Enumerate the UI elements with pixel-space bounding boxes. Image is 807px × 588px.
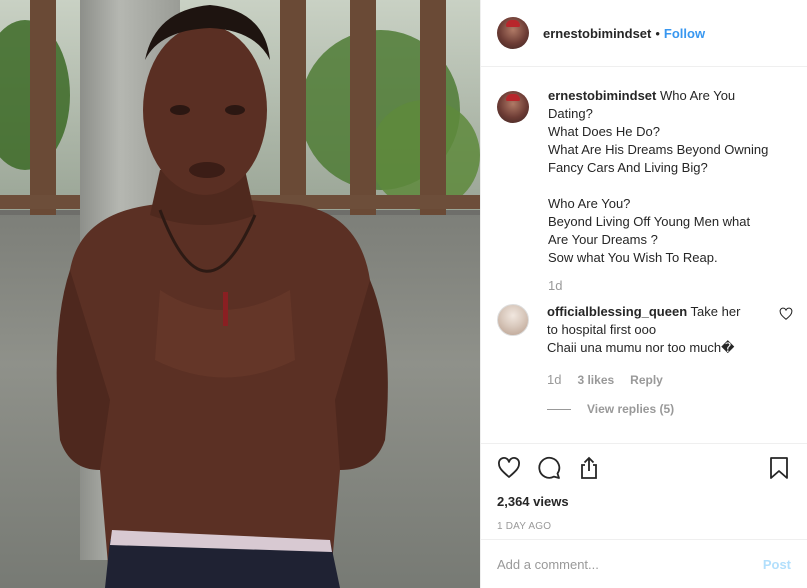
comment-item: officialblessing_queen Take her to hospi… bbox=[497, 303, 793, 418]
caption-author-avatar[interactable] bbox=[497, 91, 529, 123]
comment-text: Take her bbox=[690, 304, 741, 319]
author-username[interactable]: ernestobimindset bbox=[543, 26, 651, 41]
caption-line: What Are His Dreams Beyond Owning bbox=[548, 142, 769, 157]
heart-icon[interactable] bbox=[497, 456, 521, 480]
caption-line: Fancy Cars And Living Big? bbox=[548, 160, 708, 175]
commenter-avatar[interactable] bbox=[497, 304, 529, 336]
comment-text: Chaii una mumu nor too much� bbox=[547, 340, 735, 355]
comment-text: to hospital first ooo bbox=[547, 322, 657, 337]
view-replies-label: View replies (5) bbox=[587, 402, 675, 416]
comment-input[interactable] bbox=[497, 556, 763, 572]
view-count[interactable]: 2,364 views bbox=[497, 494, 791, 509]
post-comment-button[interactable]: Post bbox=[763, 557, 791, 572]
video-subject bbox=[56, 5, 388, 588]
author-avatar[interactable] bbox=[497, 17, 529, 49]
comment-timestamp[interactable]: 1d bbox=[547, 371, 561, 389]
post-video[interactable] bbox=[0, 0, 480, 588]
view-replies-button[interactable]: View replies (5) bbox=[547, 400, 757, 418]
caption: ernestobimindset Who Are You Dating? Wha… bbox=[497, 87, 791, 295]
post-header: ernestobimindset • Follow bbox=[481, 0, 807, 67]
caption-line: Who Are You? bbox=[548, 196, 631, 211]
comment-body: officialblessing_queen Take her to hospi… bbox=[547, 303, 757, 418]
follow-button[interactable]: Follow bbox=[664, 26, 705, 41]
post-side-panel: ernestobimindset • Follow ernestobiminds… bbox=[480, 0, 807, 588]
comment-meta: 1d 3 likes Reply bbox=[547, 371, 757, 389]
caption-line: Who Are You bbox=[659, 88, 736, 103]
action-icons bbox=[497, 454, 791, 482]
share-icon[interactable] bbox=[577, 456, 601, 480]
post-date[interactable]: 1 DAY AGO bbox=[497, 521, 791, 532]
caption-body: ernestobimindset Who Are You Dating? Wha… bbox=[548, 87, 788, 295]
small-heart-icon[interactable] bbox=[779, 307, 793, 321]
instagram-post: ernestobimindset • Follow ernestobiminds… bbox=[0, 0, 807, 588]
header-separator: • bbox=[655, 25, 660, 41]
add-comment-bar: Post bbox=[481, 539, 807, 588]
commenter-username[interactable]: officialblessing_queen bbox=[547, 304, 687, 319]
caption-line: Beyond Living Off Young Men what bbox=[548, 214, 751, 229]
caption-line: Dating? bbox=[548, 106, 593, 121]
bookmark-icon[interactable] bbox=[767, 456, 791, 480]
caption-timestamp[interactable]: 1d bbox=[548, 277, 788, 295]
comment-icon[interactable] bbox=[537, 456, 561, 480]
caption-line: Sow what You Wish To Reap. bbox=[548, 250, 718, 265]
comment-likes[interactable]: 3 likes bbox=[577, 371, 614, 389]
post-actions: 2,364 views 1 DAY AGO bbox=[481, 443, 807, 539]
caption-line: What Does He Do? bbox=[548, 124, 660, 139]
comments-section[interactable]: ernestobimindset Who Are You Dating? Wha… bbox=[481, 67, 807, 443]
caption-line: Are Your Dreams ? bbox=[548, 232, 658, 247]
reply-button[interactable]: Reply bbox=[630, 371, 663, 389]
caption-author-username[interactable]: ernestobimindset bbox=[548, 88, 656, 103]
